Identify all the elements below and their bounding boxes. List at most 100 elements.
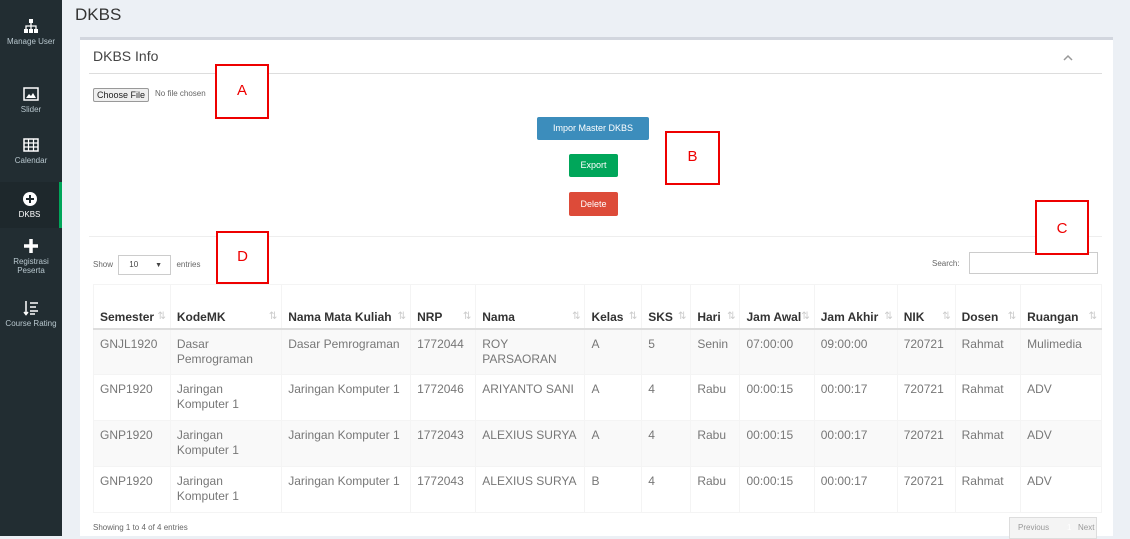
impor-master-dkbs-button[interactable]: Impor Master DKBS bbox=[537, 117, 649, 140]
column-header[interactable]: Jam Awal ⇅ bbox=[739, 284, 815, 330]
table-row: GNJL1920 Dasar Pemrograman Dasar Pemrogram… bbox=[93, 328, 1102, 375]
table-cell: 00:00:15 bbox=[739, 374, 815, 421]
sidebar-item-slider[interactable]: Slider bbox=[0, 86, 62, 114]
sidebar-item-course-rating[interactable]: Course Rating bbox=[0, 300, 62, 328]
sort-icon: ⇅ bbox=[884, 310, 893, 322]
table-cell: A bbox=[584, 374, 643, 421]
column-header[interactable]: Semester ⇅ bbox=[93, 284, 171, 330]
table-body: GNJL1920 Dasar Pemrograman Dasar Pemrogram… bbox=[93, 328, 1102, 513]
entries-label: entries bbox=[176, 260, 201, 270]
delete-button[interactable]: Delete bbox=[569, 192, 618, 216]
sort-icon: ⇅ bbox=[268, 310, 278, 322]
table-cell: 00:00:15 bbox=[739, 466, 815, 513]
table-cell: Jaringan Komputer 1 bbox=[169, 466, 283, 513]
caret-down-icon: ▼ bbox=[155, 262, 163, 269]
column-header[interactable]: Ruangan ⇅ bbox=[1020, 284, 1102, 330]
sort-icon: ⇅ bbox=[628, 310, 638, 322]
export-button[interactable]: Export bbox=[569, 154, 618, 177]
next-button[interactable]: Next bbox=[1078, 518, 1094, 538]
column-header[interactable]: Nama ⇅ bbox=[475, 284, 586, 330]
table-cell: 4 bbox=[641, 466, 692, 513]
sidebar-item-registrasi-peserta[interactable]: Registrasi Peserta bbox=[0, 238, 62, 275]
table-cell: ALEXIUS SURYA bbox=[475, 466, 586, 513]
plus-icon bbox=[24, 239, 38, 253]
table-cell: Rahmat bbox=[954, 374, 1022, 421]
table-row: GNP1920 Jaringan Komputer 1 Jaringan Kompu… bbox=[93, 420, 1102, 467]
sort-icon: ⇅ bbox=[572, 310, 581, 322]
column-header[interactable]: Kelas ⇅ bbox=[584, 284, 643, 330]
table-cell: A bbox=[584, 328, 643, 375]
table-cell: ROY PARSAORAN bbox=[475, 328, 586, 375]
sort-icon: ⇅ bbox=[942, 310, 951, 322]
column-header[interactable]: Nama Mata Kuliah ⇅ bbox=[281, 284, 412, 330]
table-cell: Rahmat bbox=[954, 466, 1022, 513]
table-cell: 00:00:17 bbox=[813, 420, 898, 467]
table-cell: 1772043 bbox=[410, 420, 477, 467]
column-header-label: Nama Mata Kuliah bbox=[288, 309, 392, 324]
table-cell: Dasar Pemrograman bbox=[281, 328, 412, 375]
column-header-label: NIK bbox=[903, 309, 925, 324]
column-header[interactable]: NRP ⇅ bbox=[410, 284, 477, 330]
table-cell: GNP1920 bbox=[93, 420, 171, 467]
table-cell: 720721 bbox=[896, 466, 956, 513]
table-cell: 00:00:15 bbox=[739, 420, 815, 467]
search-input[interactable] bbox=[969, 252, 1098, 274]
previous-button[interactable]: Previous bbox=[1018, 518, 1049, 538]
column-header-label: Jam Akhir bbox=[820, 309, 879, 324]
table-cell: 4 bbox=[641, 374, 692, 421]
column-header-label: Jam Awal bbox=[746, 309, 802, 324]
sidebar-item-label: Course Rating bbox=[5, 319, 57, 328]
table-cell: ADV bbox=[1020, 374, 1102, 421]
sort-list-icon bbox=[23, 301, 38, 316]
column-header-label: Semester bbox=[100, 309, 155, 324]
column-header-label: Kelas bbox=[591, 309, 624, 324]
table-cell: 5 bbox=[641, 328, 692, 375]
table-cell: GNP1920 bbox=[93, 374, 171, 421]
table-cell: Jaringan Komputer 1 bbox=[281, 374, 412, 421]
table-cell: B bbox=[584, 466, 643, 513]
table-cell: Mulimedia bbox=[1020, 328, 1102, 375]
table-cell: 720721 bbox=[896, 328, 956, 375]
dkbs-table: Semester ⇅ KodeMK ⇅ Nama Mata Kuliah ⇅ NRP ⇅ Nam… bbox=[93, 284, 1102, 513]
table-cell: ARIYANTO SANI bbox=[475, 374, 586, 421]
column-header[interactable]: Hari ⇅ bbox=[690, 284, 741, 330]
sort-icon: ⇅ bbox=[1088, 310, 1097, 322]
table-cell: A bbox=[584, 420, 643, 467]
entries-length-control: Show 10 ▼ entries bbox=[93, 255, 201, 275]
table-cell: Jaringan Komputer 1 bbox=[169, 374, 283, 421]
column-header-label: KodeMK bbox=[176, 309, 226, 324]
annotation-marker-c: C bbox=[1035, 200, 1089, 255]
sidebar-item-manage-user[interactable]: Manage User bbox=[0, 18, 62, 46]
column-header-label: Hari bbox=[697, 309, 721, 324]
table-cell: Rabu bbox=[690, 466, 741, 513]
column-header[interactable]: NIK ⇅ bbox=[896, 284, 956, 330]
sidebar-item-label: DKBS bbox=[18, 210, 41, 219]
table-cell: 00:00:17 bbox=[813, 466, 898, 513]
column-header[interactable]: Jam Akhir ⇅ bbox=[813, 284, 898, 330]
table-cell: Jaringan Komputer 1 bbox=[169, 420, 283, 467]
chevron-up-icon[interactable] bbox=[1063, 50, 1073, 64]
entries-select[interactable]: 10 ▼ bbox=[118, 255, 172, 275]
table-cell: Jaringan Komputer 1 bbox=[281, 466, 412, 513]
page-1-button[interactable]: 1 bbox=[1067, 518, 1071, 538]
table-cell: 1772046 bbox=[410, 374, 477, 421]
choose-file-button[interactable]: Choose File bbox=[93, 88, 150, 102]
table-cell: Jaringan Komputer 1 bbox=[281, 420, 412, 467]
sidebar-item-label: Manage User bbox=[6, 37, 56, 46]
column-header[interactable]: KodeMK ⇅ bbox=[169, 284, 283, 330]
file-status: No file chosen bbox=[155, 89, 206, 98]
box-title: DKBS Info bbox=[93, 48, 159, 64]
sitemap-icon bbox=[24, 19, 38, 33]
table-cell: 00:00:17 bbox=[813, 374, 898, 421]
sidebar-item-label: Registrasi Peserta bbox=[13, 257, 49, 275]
column-header-label: SKS bbox=[648, 309, 673, 324]
sidebar-item-calendar[interactable]: Calendar bbox=[0, 137, 62, 165]
table-cell: Rahmat bbox=[954, 328, 1022, 375]
column-header[interactable]: Dosen ⇅ bbox=[954, 284, 1022, 330]
table-cell: 720721 bbox=[896, 420, 956, 467]
plus-circle-icon bbox=[22, 192, 37, 206]
table-cell: GNJL1920 bbox=[93, 328, 171, 375]
sidebar-item-label: Slider bbox=[20, 105, 42, 114]
sidebar-item-dkbs[interactable]: DKBS bbox=[0, 182, 62, 228]
column-header[interactable]: SKS ⇅ bbox=[641, 284, 692, 330]
